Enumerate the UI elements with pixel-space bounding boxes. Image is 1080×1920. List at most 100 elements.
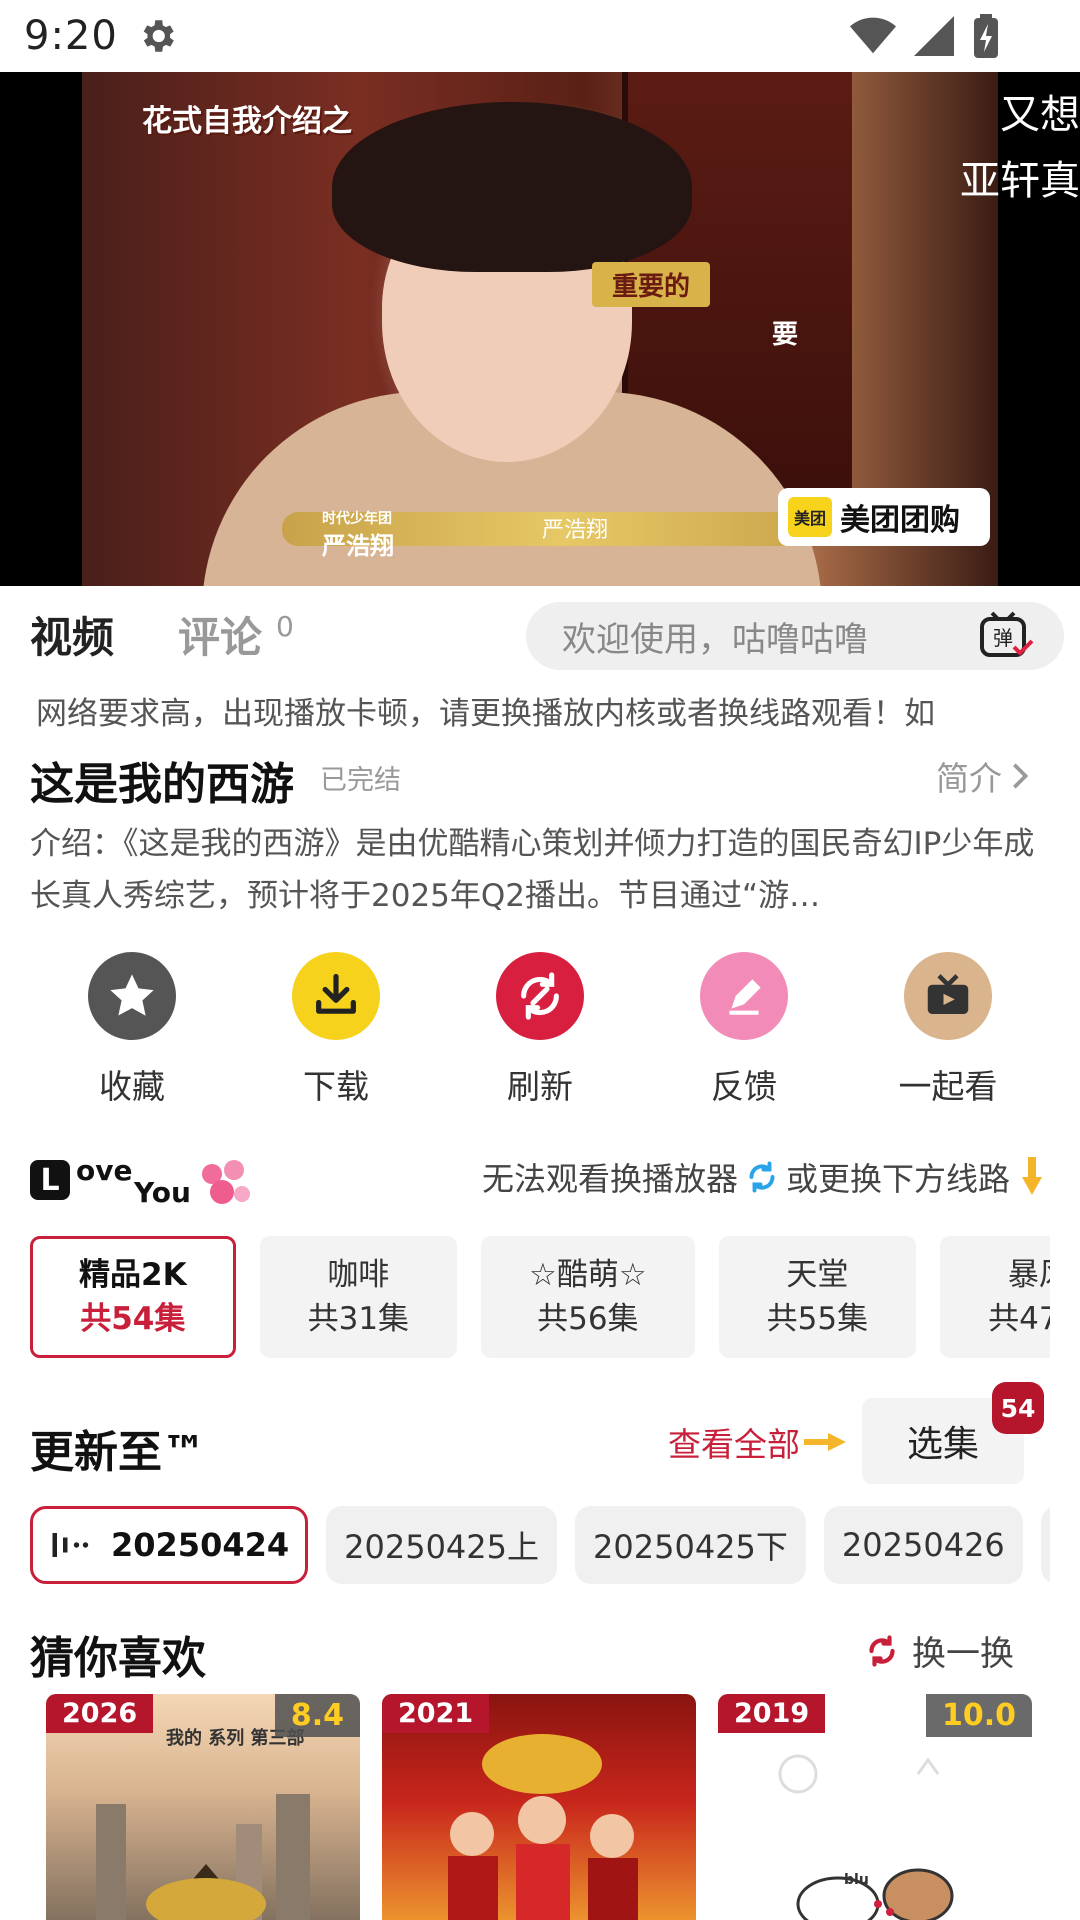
tab-comment[interactable]: 评论 xyxy=(178,604,262,665)
battery-charging-icon xyxy=(974,14,998,58)
episode-chip[interactable]: 20250427 xyxy=(1040,1506,1050,1584)
line-selector: 精品2K 共54集 咖啡 共31集 ☆酷萌☆ 共56集 天堂 共55集 暴风 共… xyxy=(30,1236,1050,1360)
episode-label: 20250425下 xyxy=(593,1528,788,1566)
wifi-icon xyxy=(850,17,896,54)
show-intro: 介绍：《这是我的西游》是由优酷精心策划并倾力打造的国民奇幻IP少年成长真人秀综艺… xyxy=(30,826,1035,914)
favorite-label: 收藏 xyxy=(99,1067,165,1106)
video-ad-badge[interactable]: 美团 美团团购 xyxy=(778,488,990,546)
love-you-logo: L ove You xyxy=(30,1154,260,1214)
pointing-down-icon xyxy=(1022,1157,1042,1195)
episode-label: 20250426 xyxy=(841,1526,1005,1564)
refresh-icon xyxy=(521,972,559,1020)
chevron-right-icon xyxy=(1013,763,1029,789)
signal-icon xyxy=(914,16,954,56)
show-status: 已完结 xyxy=(320,765,401,796)
line-count: 共56集 xyxy=(537,1301,639,1337)
recommend-list: 我的 系列 第三部 2026 8.4 2021 blu 2019 10.0 xyxy=(46,1694,1046,1920)
episode-chip[interactable]: 20250425上 xyxy=(326,1506,558,1584)
poster-score: 8.4 xyxy=(274,1694,360,1737)
show-title: 这是我的西游 xyxy=(30,759,294,810)
video-ad-text: 美团团购 xyxy=(840,503,961,538)
intro-link[interactable]: 简介 xyxy=(936,752,1030,800)
refresh-button[interactable]: 刷新 xyxy=(450,952,630,1108)
video-danmaku-line-1: 又想 xyxy=(1000,92,1080,138)
danmaku-input[interactable]: 欢迎使用，咕噜咕噜 弹 xyxy=(526,602,1064,670)
video-name-group: 时代少年团 xyxy=(322,511,392,527)
feedback-button[interactable]: 反馈 xyxy=(654,952,834,1108)
recommend-poster[interactable]: blu 2019 10.0 xyxy=(718,1694,1032,1920)
episode-chip[interactable]: 20250425下 xyxy=(575,1506,806,1584)
meituan-logo: 美团 xyxy=(788,497,833,537)
video-caption-sub: 要 xyxy=(772,320,799,350)
poster-art-doodle xyxy=(778,1754,954,1920)
video-name-main-text: 严浩翔 xyxy=(322,532,394,560)
episode-chip[interactable]: 20250426 xyxy=(823,1506,1023,1584)
poster-art-monkey-king xyxy=(96,1794,310,1920)
status-icons xyxy=(850,14,1000,58)
watch-together-button[interactable]: 一起看 xyxy=(858,952,1038,1108)
video-frame: 花式自我介绍之 重要的 要 时代少年团 严浩翔 严浩翔 美团 美团团购 xyxy=(82,72,998,586)
feedback-label: 反馈 xyxy=(711,1067,777,1106)
download-button[interactable]: 下载 xyxy=(246,952,426,1108)
line-name: ☆酷萌☆ xyxy=(529,1257,647,1293)
line-count: 共31集 xyxy=(307,1301,410,1337)
poster-year: 2021 xyxy=(382,1694,490,1733)
edit-icon xyxy=(729,979,761,1015)
danmaku-toggle-icon[interactable]: 弹 xyxy=(978,611,1034,661)
line-count: 共55集 xyxy=(766,1301,869,1337)
tv-icon xyxy=(927,974,969,1014)
notice-marquee: 网络要求高，出现播放卡顿，请更换播放内核或者换线路观看！如 xyxy=(36,696,935,732)
line-tab[interactable]: 咖啡 共31集 xyxy=(259,1236,458,1358)
refresh-recommend-button[interactable]: 换一换 xyxy=(864,1626,1014,1675)
download-label: 下载 xyxy=(303,1067,369,1106)
poster-year: 2019 xyxy=(718,1694,826,1733)
recommend-poster[interactable]: 2021 xyxy=(382,1694,696,1920)
line-tab[interactable]: 精品2K 共54集 xyxy=(30,1236,236,1358)
video-danmaku-overlay: 又想 亚轩真 xyxy=(960,82,1080,214)
episode-chip[interactable]: 20250424 xyxy=(30,1506,309,1584)
update-title: 更新至™ xyxy=(30,1427,206,1478)
favorite-button[interactable]: 收藏 xyxy=(42,952,222,1108)
video-caption-main: 重要的 xyxy=(592,262,711,307)
favorite-circle xyxy=(88,952,176,1040)
love-logo-word1: ove xyxy=(76,1154,133,1187)
player-hint-text2: 或更换下方线路 xyxy=(785,1160,1010,1198)
line-name: 暴风 xyxy=(1007,1257,1050,1293)
poster-art-group xyxy=(448,1734,638,1920)
line-name: 咖啡 xyxy=(327,1257,390,1293)
episode-count-badge: 54 xyxy=(992,1382,1044,1434)
feedback-circle xyxy=(700,952,788,1040)
refresh-circle xyxy=(496,952,584,1040)
line-name: 精品2K xyxy=(79,1257,187,1293)
tab-video[interactable]: 视频 xyxy=(30,604,114,665)
action-row: 收藏 下载 刷新 反馈 一起看 xyxy=(0,952,1080,1108)
line-count: 共54集 xyxy=(80,1301,186,1337)
hearts-icon xyxy=(202,1160,250,1204)
poster-year: 2026 xyxy=(46,1694,154,1733)
video-danmaku-line-2: 亚轩真 xyxy=(960,158,1080,204)
swap-icon xyxy=(869,1634,895,1667)
settings-gear-icon xyxy=(143,20,174,52)
episode-label: 20250424 xyxy=(111,1526,290,1564)
line-name: 天堂 xyxy=(786,1257,849,1293)
video-player[interactable]: 花式自我介绍之 重要的 要 时代少年团 严浩翔 严浩翔 美团 美团团购 又想 亚… xyxy=(0,72,1080,586)
intro-link-label: 简介 xyxy=(936,759,1002,798)
content-tabs: 视频 评论 0 xyxy=(30,604,294,665)
download-circle xyxy=(292,952,380,1040)
video-caption-title: 花式自我介绍之 xyxy=(142,104,352,139)
switch-player-icon[interactable] xyxy=(744,1159,780,1195)
comment-count: 0 xyxy=(276,610,294,643)
download-icon xyxy=(316,973,356,1014)
line-tab[interactable]: 天堂 共55集 xyxy=(718,1236,917,1358)
line-tab[interactable]: 暴风 共47集 xyxy=(940,1236,1050,1358)
line-tab[interactable]: ☆酷萌☆ 共56集 xyxy=(481,1236,695,1358)
recommend-poster[interactable]: 我的 系列 第三部 2026 8.4 xyxy=(46,1694,360,1920)
status-bar: 9:20 xyxy=(0,0,1080,72)
view-all-link[interactable]: 查看全部 xyxy=(668,1418,846,1466)
line-count: 共47集 xyxy=(988,1301,1050,1337)
love-logo-word2: You xyxy=(134,1176,191,1209)
video-name-secondary: 严浩翔 xyxy=(542,518,609,543)
pointing-right-icon xyxy=(804,1433,846,1451)
status-time: 9:20 xyxy=(24,13,118,59)
danmaku-placeholder: 欢迎使用，咕噜咕噜 xyxy=(562,619,868,660)
